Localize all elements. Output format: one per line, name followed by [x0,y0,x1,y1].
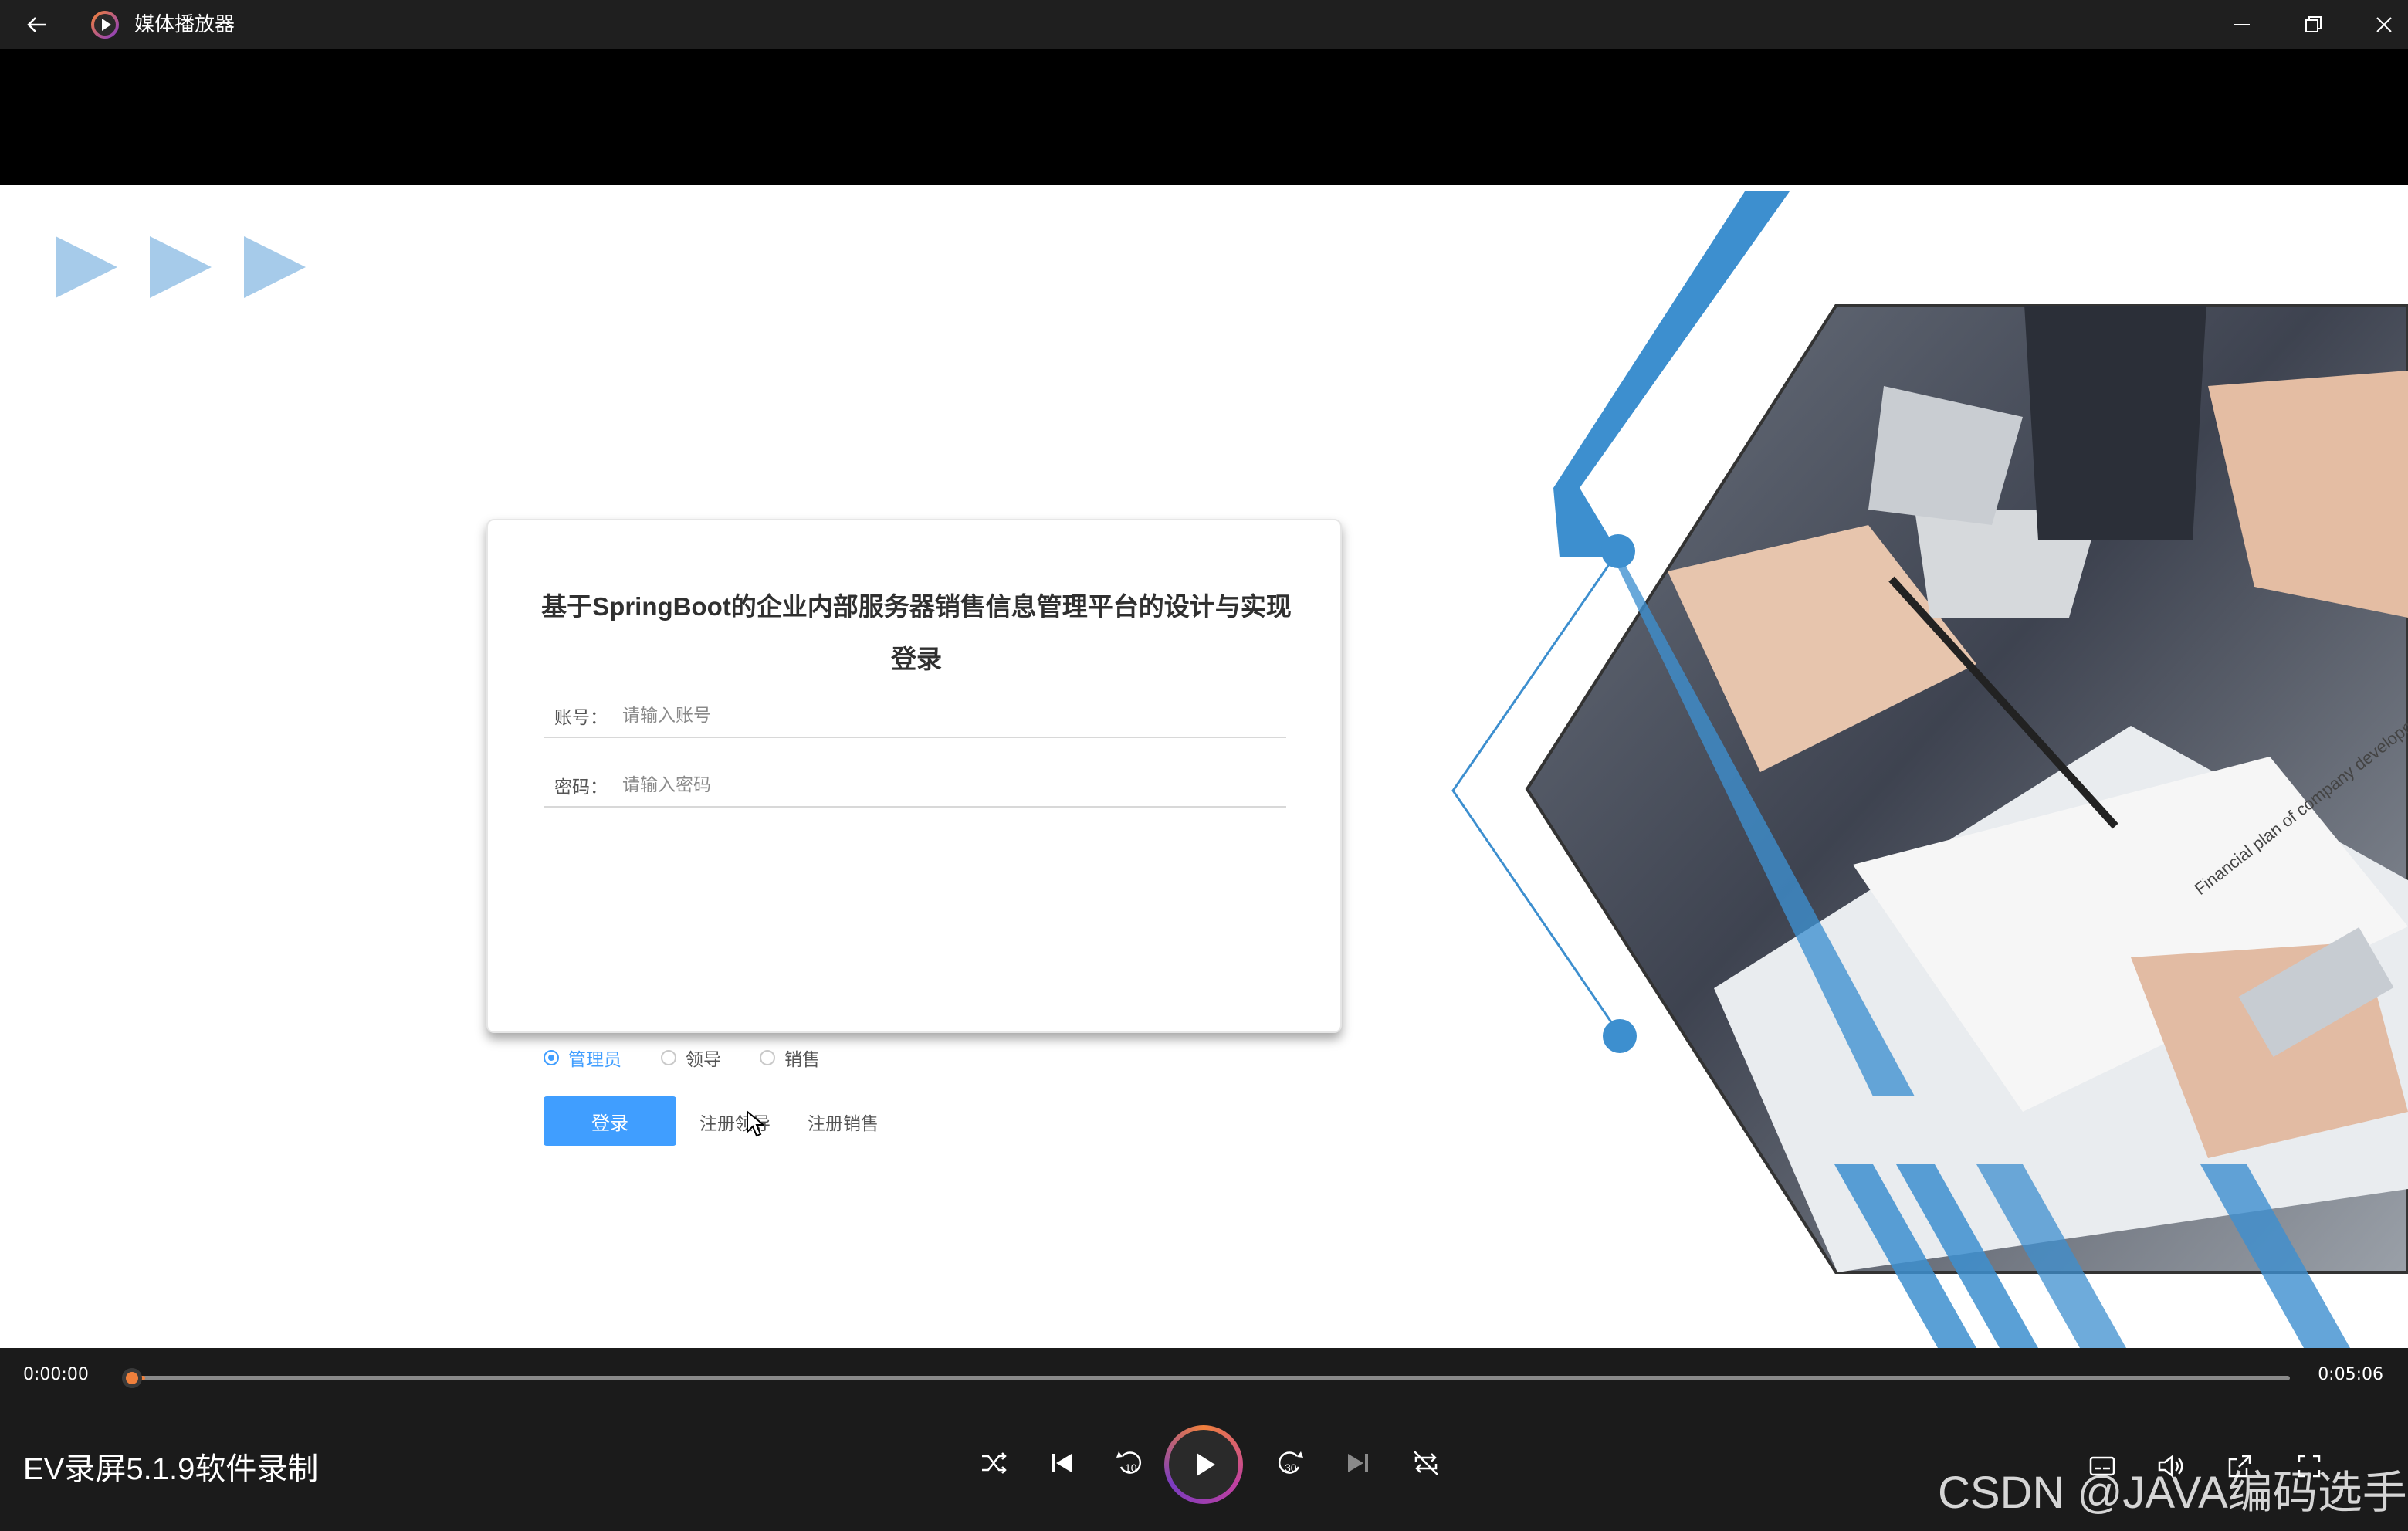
total-time: 0:05:06 [2318,1365,2383,1384]
video-frame[interactable]: 基于SpringBoot的企业内部服务器销售信息管理平台的设计与实现登录 账号：… [0,185,2408,1348]
svg-text:10: 10 [1125,1462,1137,1474]
account-row: 账号： [544,695,1286,738]
back-arrow-icon[interactable] [23,11,51,39]
password-input[interactable] [622,769,1271,800]
role-radio-leader[interactable]: 领导 [661,1042,721,1073]
current-time: 0:00:00 [23,1365,89,1384]
account-input[interactable] [622,699,1271,730]
seek-thumb[interactable] [122,1368,142,1388]
title-bar: 媒体播放器 [0,0,2408,49]
play-icon [1197,1453,1215,1476]
radio-selected-icon [544,1050,559,1065]
account-label: 账号： [554,708,608,728]
repeat-icon[interactable] [1408,1445,1444,1481]
shuffle-icon[interactable] [976,1445,1011,1481]
seek-bar[interactable] [134,1376,2290,1380]
player-controls: 0:00:00 0:05:06 EV录屏5.1.9软件录制 10 30 CSDN… [0,1348,2408,1531]
previous-icon[interactable] [1044,1445,1079,1481]
rewind-10-icon[interactable]: 10 [1112,1445,1147,1481]
close-icon[interactable] [2370,11,2398,39]
role-radio-sales[interactable]: 销售 [760,1042,820,1073]
business-meeting-image: Financial plan of company development [1451,191,2408,1348]
media-title: EV录屏5.1.9软件录制 [23,1452,319,1486]
video-letterbox [0,49,2408,185]
login-card: 基于SpringBoot的企业内部服务器销售信息管理平台的设计与实现登录 账号：… [486,519,1342,1146]
role-radio-admin[interactable]: 管理员 [544,1042,621,1073]
role-leader-label: 领导 [686,1050,721,1070]
mouse-cursor-icon [747,1110,764,1137]
login-button[interactable]: 登录 [544,1096,676,1146]
forward-30-icon[interactable]: 30 [1272,1445,1308,1481]
password-label: 密码： [554,777,608,798]
media-player-logo-icon [91,11,119,39]
login-title: 基于SpringBoot的企业内部服务器销售信息管理平台的设计与实现登录 [541,592,1292,673]
play-button[interactable] [1164,1425,1243,1504]
radio-unselected-icon [760,1050,775,1065]
svg-text:30: 30 [1285,1462,1297,1474]
next-icon[interactable] [1340,1445,1376,1481]
watermark: CSDN @JAVA编码选手 [1938,1468,2407,1518]
register-sales-link[interactable]: 注册销售 [808,1109,879,1135]
role-admin-label: 管理员 [568,1050,621,1070]
password-row: 密码： [544,764,1286,808]
app-title: 媒体播放器 [134,13,235,36]
radio-unselected-icon [661,1050,676,1065]
decorative-arrows-icon [56,236,306,298]
minimize-icon[interactable] [2228,11,2256,39]
role-sales-label: 销售 [784,1050,820,1070]
restore-icon[interactable] [2299,11,2327,39]
